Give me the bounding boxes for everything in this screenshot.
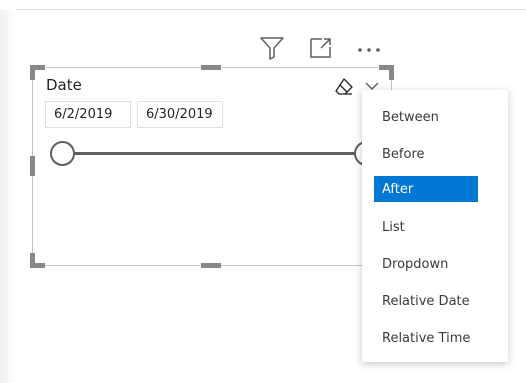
end-date-input[interactable]: 6/30/2019: [137, 101, 223, 128]
menu-item-dropdown[interactable]: Dropdown: [374, 251, 478, 277]
resize-corner-top-left[interactable]: [30, 65, 45, 80]
top-divider: [16, 9, 526, 10]
report-canvas: Date 6/2/2019 6/30/2019 Between Before A…: [0, 0, 526, 383]
range-start-handle[interactable]: [50, 141, 75, 166]
resize-corner-top-right[interactable]: [379, 65, 394, 80]
filter-icon[interactable]: [258, 34, 286, 62]
menu-item-list[interactable]: List: [374, 214, 478, 240]
menu-item-between[interactable]: Between: [374, 104, 478, 130]
menu-item-relative-time[interactable]: Relative Time: [374, 325, 478, 351]
menu-item-relative-date[interactable]: Relative Date: [374, 288, 478, 314]
resize-handle-left[interactable]: [30, 156, 35, 176]
date-range-track[interactable]: [75, 152, 375, 155]
menu-item-before[interactable]: Before: [374, 141, 478, 167]
menu-item-after[interactable]: After: [374, 176, 478, 202]
slicer-title: Date: [46, 76, 82, 94]
slicer-type-menu: Between Before After List Dropdown Relat…: [362, 90, 508, 362]
eraser-icon[interactable]: [334, 77, 354, 97]
resize-handle-bottom[interactable]: [201, 263, 221, 268]
resize-corner-bottom-left[interactable]: [30, 253, 45, 268]
date-slicer[interactable]: Date 6/2/2019 6/30/2019: [30, 65, 394, 268]
focus-mode-icon[interactable]: [307, 34, 335, 62]
left-pane-shadow: [0, 10, 16, 383]
start-date-input[interactable]: 6/2/2019: [45, 101, 131, 128]
resize-handle-top[interactable]: [201, 65, 221, 70]
more-options-icon[interactable]: [354, 34, 384, 62]
